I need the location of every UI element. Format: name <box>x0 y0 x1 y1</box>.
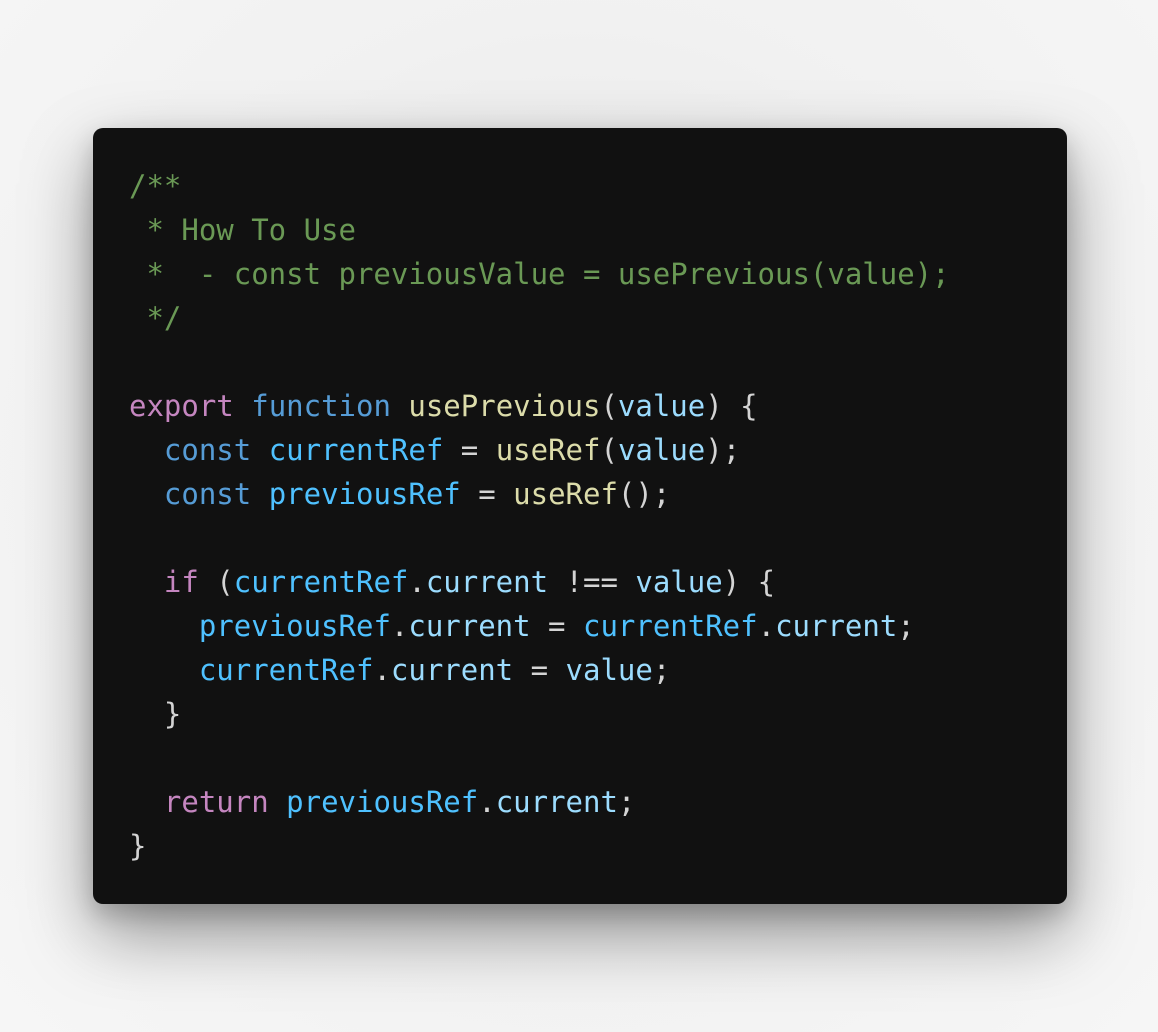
variable-token: previousRef <box>286 785 479 819</box>
variable-token: currentRef <box>268 433 444 467</box>
variable-token: previousRef <box>198 609 391 643</box>
code-block: /** * How To Use * - const previousValue… <box>129 164 950 868</box>
storage-keyword-token: const <box>163 477 252 511</box>
code-line: /** <box>129 164 950 208</box>
punctuation-token: ; <box>897 609 915 643</box>
property-token: current <box>408 609 531 643</box>
punctuation-token: . <box>408 565 426 599</box>
comment-token: */ <box>129 301 182 335</box>
punctuation-token <box>251 477 268 511</box>
function-name-token: useRef <box>513 477 618 511</box>
punctuation-token: . <box>390 609 409 643</box>
code-line: if (currentRef.current !== value) { <box>129 560 950 604</box>
code-window: /** * How To Use * - const previousValue… <box>93 128 1067 904</box>
comment-token: * - const previousValue = usePrevious(va… <box>129 257 950 291</box>
code-line: } <box>129 824 950 868</box>
punctuation-token <box>251 433 268 467</box>
punctuation-token: ( <box>600 389 618 423</box>
function-name-token: usePrevious <box>408 389 601 423</box>
code-line: currentRef.current = value; <box>129 648 950 692</box>
parameter-token: value <box>617 433 706 467</box>
parameter-token: value <box>565 653 653 687</box>
punctuation-token: (); <box>617 477 671 511</box>
parameter-token: value <box>635 565 723 599</box>
punctuation-token <box>129 653 199 687</box>
code-line: return previousRef.current; <box>129 780 950 824</box>
variable-token: previousRef <box>268 477 461 511</box>
punctuation-token: } <box>129 829 147 863</box>
code-line: * - const previousValue = usePrevious(va… <box>129 252 950 296</box>
punctuation-token: . <box>757 609 776 643</box>
punctuation-token: = <box>513 653 566 687</box>
comment-token: /** <box>129 169 182 203</box>
storage-keyword-token: const <box>163 433 252 467</box>
comment-token: * How To Use <box>129 213 356 247</box>
punctuation-token: !== <box>548 565 636 599</box>
punctuation-token <box>234 389 251 423</box>
punctuation-token <box>129 433 164 467</box>
keyword-token: if <box>163 565 199 599</box>
punctuation-token <box>129 477 164 511</box>
variable-token: currentRef <box>233 565 409 599</box>
punctuation-token: . <box>478 785 496 819</box>
property-token: current <box>495 785 618 819</box>
punctuation-token: = <box>443 433 496 467</box>
punctuation-token: } <box>129 697 182 731</box>
punctuation-token: ; <box>652 653 671 687</box>
property-token: current <box>425 565 549 599</box>
code-line: const previousRef = useRef(); <box>129 472 950 516</box>
punctuation-token <box>269 785 286 819</box>
punctuation-token <box>129 785 164 819</box>
code-line: export function usePrevious(value) { <box>129 384 950 428</box>
code-line: * How To Use <box>129 208 950 252</box>
punctuation-token: ( <box>198 565 234 599</box>
code-line: const currentRef = useRef(value); <box>129 428 950 472</box>
punctuation-token: ) { <box>722 565 776 599</box>
punctuation-token <box>391 389 408 423</box>
variable-token: currentRef <box>582 609 758 643</box>
code-line: } <box>129 692 950 736</box>
property-token: current <box>775 609 898 643</box>
keyword-token: return <box>163 785 269 819</box>
punctuation-token: ; <box>617 785 636 819</box>
property-token: current <box>390 653 514 687</box>
punctuation-token: = <box>530 609 583 643</box>
punctuation-token <box>129 565 164 599</box>
punctuation-token: ) { <box>705 389 758 423</box>
punctuation-token: . <box>373 653 391 687</box>
punctuation-token: ( <box>600 433 618 467</box>
punctuation-token: = <box>460 477 514 511</box>
keyword-token: export <box>129 389 234 423</box>
function-name-token: useRef <box>495 433 601 467</box>
punctuation-token: ); <box>705 433 741 467</box>
storage-keyword-token: function <box>251 389 391 423</box>
code-line: previousRef.current = currentRef.current… <box>129 604 950 648</box>
punctuation-token <box>129 609 199 643</box>
variable-token: currentRef <box>198 653 374 687</box>
code-line: */ <box>129 296 950 340</box>
parameter-token: value <box>617 389 706 423</box>
